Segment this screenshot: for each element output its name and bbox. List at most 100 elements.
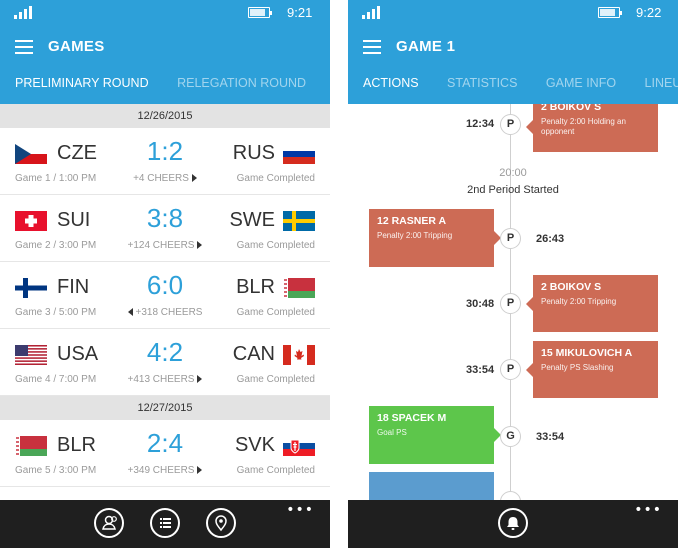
event-card[interactable]: 12 RASNER A Penalty 2:00 Tripping bbox=[369, 209, 501, 267]
event-time: 33:54 bbox=[466, 364, 495, 376]
battery-icon bbox=[598, 7, 622, 18]
status-bar: 9:21 bbox=[0, 0, 330, 26]
status-time: 9:21 bbox=[287, 5, 313, 20]
period-label: 2nd Period Started bbox=[467, 184, 559, 196]
event-card[interactable]: 15 MIKULOVICH A Penalty PS Slashing bbox=[526, 341, 658, 398]
game-status: Game Completed bbox=[236, 240, 315, 251]
tab-game-info[interactable]: GAME INFO bbox=[546, 76, 616, 90]
arrow-right-icon bbox=[197, 241, 203, 250]
game-row[interactable]: BLR 2:4 SVK Game 5 / 3:00 PM +349 CHEERS… bbox=[0, 420, 330, 487]
battery-icon bbox=[248, 7, 272, 18]
tab-actions[interactable]: ACTIONS bbox=[363, 76, 419, 90]
penalty-marker: P bbox=[500, 114, 521, 135]
app-header: GAME 1 ACTIONS STATISTICS GAME INFO LINE… bbox=[348, 26, 678, 104]
games-screen: 9:21 GAMES PRELIMINARY ROUND RELEGATION … bbox=[0, 0, 330, 548]
away-flag-icon bbox=[283, 435, 315, 456]
event-marker bbox=[500, 491, 521, 500]
tab-preliminary-round[interactable]: PRELIMINARY ROUND bbox=[15, 76, 149, 90]
away-team: BLR bbox=[236, 276, 315, 299]
page-title: GAMES bbox=[48, 38, 105, 55]
game-detail-screen: 9:22 GAME 1 ACTIONS STATISTICS GAME INFO… bbox=[348, 0, 678, 548]
arrow-left-icon bbox=[127, 308, 133, 317]
away-team-code: CAN bbox=[232, 343, 275, 365]
game-status: Game Completed bbox=[236, 307, 315, 318]
penalty-marker: P bbox=[500, 293, 521, 314]
location-icon[interactable] bbox=[206, 508, 236, 538]
away-flag-icon bbox=[283, 143, 315, 164]
actions-timeline: 2 BOIKOV S Penalty 2:00 Holding an oppon… bbox=[348, 104, 678, 500]
page-title: GAME 1 bbox=[396, 38, 456, 55]
tab-statistics[interactable]: STATISTICS bbox=[447, 76, 517, 90]
away-flag-icon bbox=[283, 277, 315, 298]
bell-icon[interactable] bbox=[498, 508, 528, 538]
player-name: 2 BOIKOV S bbox=[541, 104, 602, 113]
period-time: 20:00 bbox=[499, 167, 527, 179]
cheers-count: +124 CHEERS bbox=[127, 240, 195, 251]
game-row[interactable]: CZE 1:2 RUS Game 1 / 1:00 PM +4 CHEERS G… bbox=[0, 128, 330, 195]
event-time: 33:54 bbox=[536, 431, 565, 443]
cheers-count: +4 CHEERS bbox=[133, 173, 189, 184]
game-row[interactable]: USA 4:2 CAN Game 4 / 7:00 PM +413 CHEERS… bbox=[0, 329, 330, 396]
screenshot-composite: 9:21 GAMES PRELIMINARY ROUND RELEGATION … bbox=[0, 0, 678, 548]
app-bar: ••• bbox=[348, 500, 678, 548]
list-icon[interactable] bbox=[150, 508, 180, 538]
app-bar: ••• bbox=[0, 500, 330, 548]
away-team: RUS bbox=[233, 142, 315, 165]
hamburger-menu-icon[interactable] bbox=[363, 40, 381, 54]
event-card[interactable]: 18 SPACEK M Goal PS bbox=[369, 406, 501, 464]
away-flag-icon bbox=[283, 210, 315, 231]
goal-marker: G bbox=[500, 426, 521, 447]
away-team-code: SWE bbox=[229, 209, 275, 231]
more-button[interactable]: ••• bbox=[286, 503, 314, 517]
game-status: Game Completed bbox=[236, 374, 315, 385]
player-name: 15 MIKULOVICH A bbox=[541, 347, 633, 359]
game-row[interactable]: SUI 3:8 SWE Game 2 / 3:00 PM +124 CHEERS… bbox=[0, 195, 330, 262]
event-card[interactable]: 2 BOIKOV S Penalty 2:00 Tripping bbox=[526, 275, 658, 332]
status-time: 9:22 bbox=[636, 5, 662, 20]
signal-icon bbox=[362, 6, 384, 19]
signal-icon bbox=[14, 6, 36, 19]
tab-lineups[interactable]: LINEUPS bbox=[645, 76, 678, 90]
event-time: 30:48 bbox=[466, 298, 495, 310]
arrow-right-icon bbox=[197, 375, 203, 384]
date-header: 12/27/2015 bbox=[0, 396, 330, 420]
penalty-marker: P bbox=[500, 228, 521, 249]
event-detail: Penalty 2:00 Holding an opponent bbox=[541, 117, 626, 136]
player-name: 12 RASNER A bbox=[377, 215, 447, 227]
more-button[interactable]: ••• bbox=[634, 503, 662, 517]
player-name: 2 BOIKOV S bbox=[541, 281, 602, 293]
game-status: Game Completed bbox=[236, 173, 315, 184]
away-team-code: BLR bbox=[236, 276, 275, 298]
game-status: Game Completed bbox=[236, 465, 315, 476]
date-header: 12/26/2015 bbox=[0, 104, 330, 128]
away-team: SVK bbox=[235, 434, 315, 457]
games-list: 12/26/2015 CZE 1:2 RUS Game 1 / 1:00 PM … bbox=[0, 104, 330, 500]
app-header: GAMES PRELIMINARY ROUND RELEGATION ROUND… bbox=[0, 26, 330, 104]
event-time: 26:43 bbox=[536, 233, 565, 245]
player-name: 18 SPACEK M bbox=[377, 412, 447, 424]
penalty-marker: P bbox=[500, 359, 521, 380]
arrow-right-icon bbox=[191, 174, 197, 183]
event-detail: Penalty PS Slashing bbox=[541, 363, 614, 372]
event-card[interactable]: 2 BOIKOV S Penalty 2:00 Holding an oppon… bbox=[526, 104, 658, 152]
game-tabs: ACTIONS STATISTICS GAME INFO LINEUPS bbox=[363, 76, 678, 90]
event-detail: Penalty 2:00 Tripping bbox=[541, 297, 617, 306]
away-flag-icon bbox=[283, 344, 315, 365]
tab-relegation-round[interactable]: RELEGATION ROUND bbox=[177, 76, 306, 90]
cheers-count: +349 CHEERS bbox=[127, 465, 195, 476]
arrow-right-icon bbox=[197, 466, 203, 475]
status-bar: 9:22 bbox=[348, 0, 678, 26]
event-card[interactable] bbox=[369, 472, 494, 500]
away-team-code: RUS bbox=[232, 142, 275, 164]
round-tabs: PRELIMINARY ROUND RELEGATION ROUND QU bbox=[15, 76, 330, 90]
users-icon[interactable] bbox=[94, 508, 124, 538]
game-row[interactable]: FIN 6:0 BLR Game 3 / 5:00 PM +318 CHEERS… bbox=[0, 262, 330, 329]
away-team: SWE bbox=[229, 209, 315, 232]
away-team-code: SVK bbox=[234, 434, 275, 456]
event-time: 12:34 bbox=[466, 118, 495, 130]
event-detail: Goal PS bbox=[377, 428, 407, 437]
away-team: CAN bbox=[233, 343, 315, 366]
cheers-count: +318 CHEERS bbox=[135, 307, 203, 318]
hamburger-menu-icon[interactable] bbox=[15, 40, 33, 54]
cheers-count: +413 CHEERS bbox=[127, 374, 195, 385]
